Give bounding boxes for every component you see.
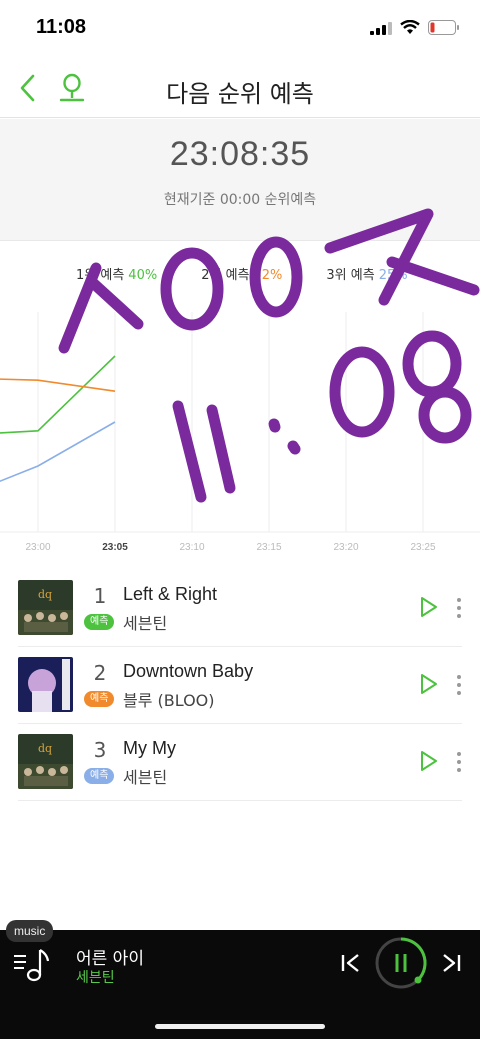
music-badge[interactable]: music: [6, 920, 54, 942]
album-art: [18, 657, 73, 712]
more-options-icon[interactable]: [456, 597, 462, 619]
now-playing-title[interactable]: 어른 아이: [76, 944, 144, 969]
song-title[interactable]: Left & Right: [123, 584, 217, 605]
mini-player[interactable]: music 어른 아이 세븐틴: [0, 920, 480, 1039]
series-line: [0, 421, 116, 483]
album-art: dq: [18, 734, 73, 789]
svg-text:dq: dq: [38, 742, 52, 755]
x-tick-label: 23:05: [102, 542, 128, 553]
x-tick-label: 23:00: [25, 542, 50, 553]
song-artist[interactable]: 세븐틴: [123, 764, 167, 788]
song-row[interactable]: 2 Downtown Baby 예측 블루 (BLOO): [18, 647, 462, 724]
series-line: [0, 378, 116, 392]
previous-track-icon[interactable]: [340, 952, 362, 974]
song-rank: 1: [93, 584, 107, 608]
play-icon[interactable]: [420, 673, 438, 695]
prediction-badge: 예측: [84, 691, 115, 707]
playlist-icon[interactable]: [14, 946, 50, 982]
song-list: dq 1 Left & Right 예측 세븐틴 2 Downtown Baby…: [0, 570, 480, 801]
prediction-basis-text: 현재기준 00:00 순위예측: [163, 192, 317, 208]
status-icons: [370, 20, 460, 35]
series-line: [0, 355, 116, 434]
song-artist[interactable]: 블루 (BLOO): [123, 687, 215, 711]
status-bar: 11:08: [0, 0, 480, 60]
pause-button[interactable]: [374, 936, 428, 990]
wifi-icon: [400, 20, 420, 34]
x-tick-label: 23:20: [333, 542, 358, 553]
more-options-icon[interactable]: [456, 674, 462, 696]
x-tick-label: 23:25: [410, 542, 435, 553]
more-options-icon[interactable]: [456, 751, 462, 773]
x-tick-label: 23:10: [179, 542, 204, 553]
nav-bar: 다음 순위 예측: [0, 60, 480, 118]
song-rank: 2: [93, 661, 107, 685]
x-tick-label: 23:15: [256, 542, 281, 553]
countdown-clock: 23:08:35: [169, 135, 311, 173]
song-row[interactable]: dq 3 My My 예측 세븐틴: [18, 724, 462, 801]
now-playing-artist[interactable]: 세븐틴: [76, 967, 115, 987]
prediction-badge: 예측: [84, 614, 115, 630]
next-track-icon[interactable]: [440, 952, 462, 974]
album-art: dq: [18, 580, 73, 635]
song-title[interactable]: My My: [123, 738, 176, 759]
home-indicator: [155, 1024, 325, 1029]
battery-low-icon: [428, 20, 459, 35]
play-icon[interactable]: [420, 750, 438, 772]
prediction-badge: 예측: [84, 768, 115, 784]
status-time: 11:08: [36, 16, 87, 38]
song-artist[interactable]: 세븐틴: [123, 610, 167, 634]
prediction-chart: 1위 예측 40% 2위 예측 32% 3위 예측 25% 23:00 23:05 23:…: [0, 242, 480, 560]
song-row[interactable]: dq 1 Left & Right 예측 세븐틴: [18, 570, 462, 647]
cellular-signal-icon: [370, 21, 392, 35]
svg-text:dq: dq: [38, 588, 52, 601]
timer-panel: 23:08:35 현재기준 00:00 순위예측: [0, 119, 480, 241]
play-icon[interactable]: [420, 596, 438, 618]
line-chart: 23:00 23:05 23:10 23:15 23:20 23:25: [0, 312, 480, 553]
song-rank: 3: [93, 738, 107, 762]
page-title: 다음 순위 예측: [166, 80, 314, 108]
song-title[interactable]: Downtown Baby: [123, 661, 253, 682]
